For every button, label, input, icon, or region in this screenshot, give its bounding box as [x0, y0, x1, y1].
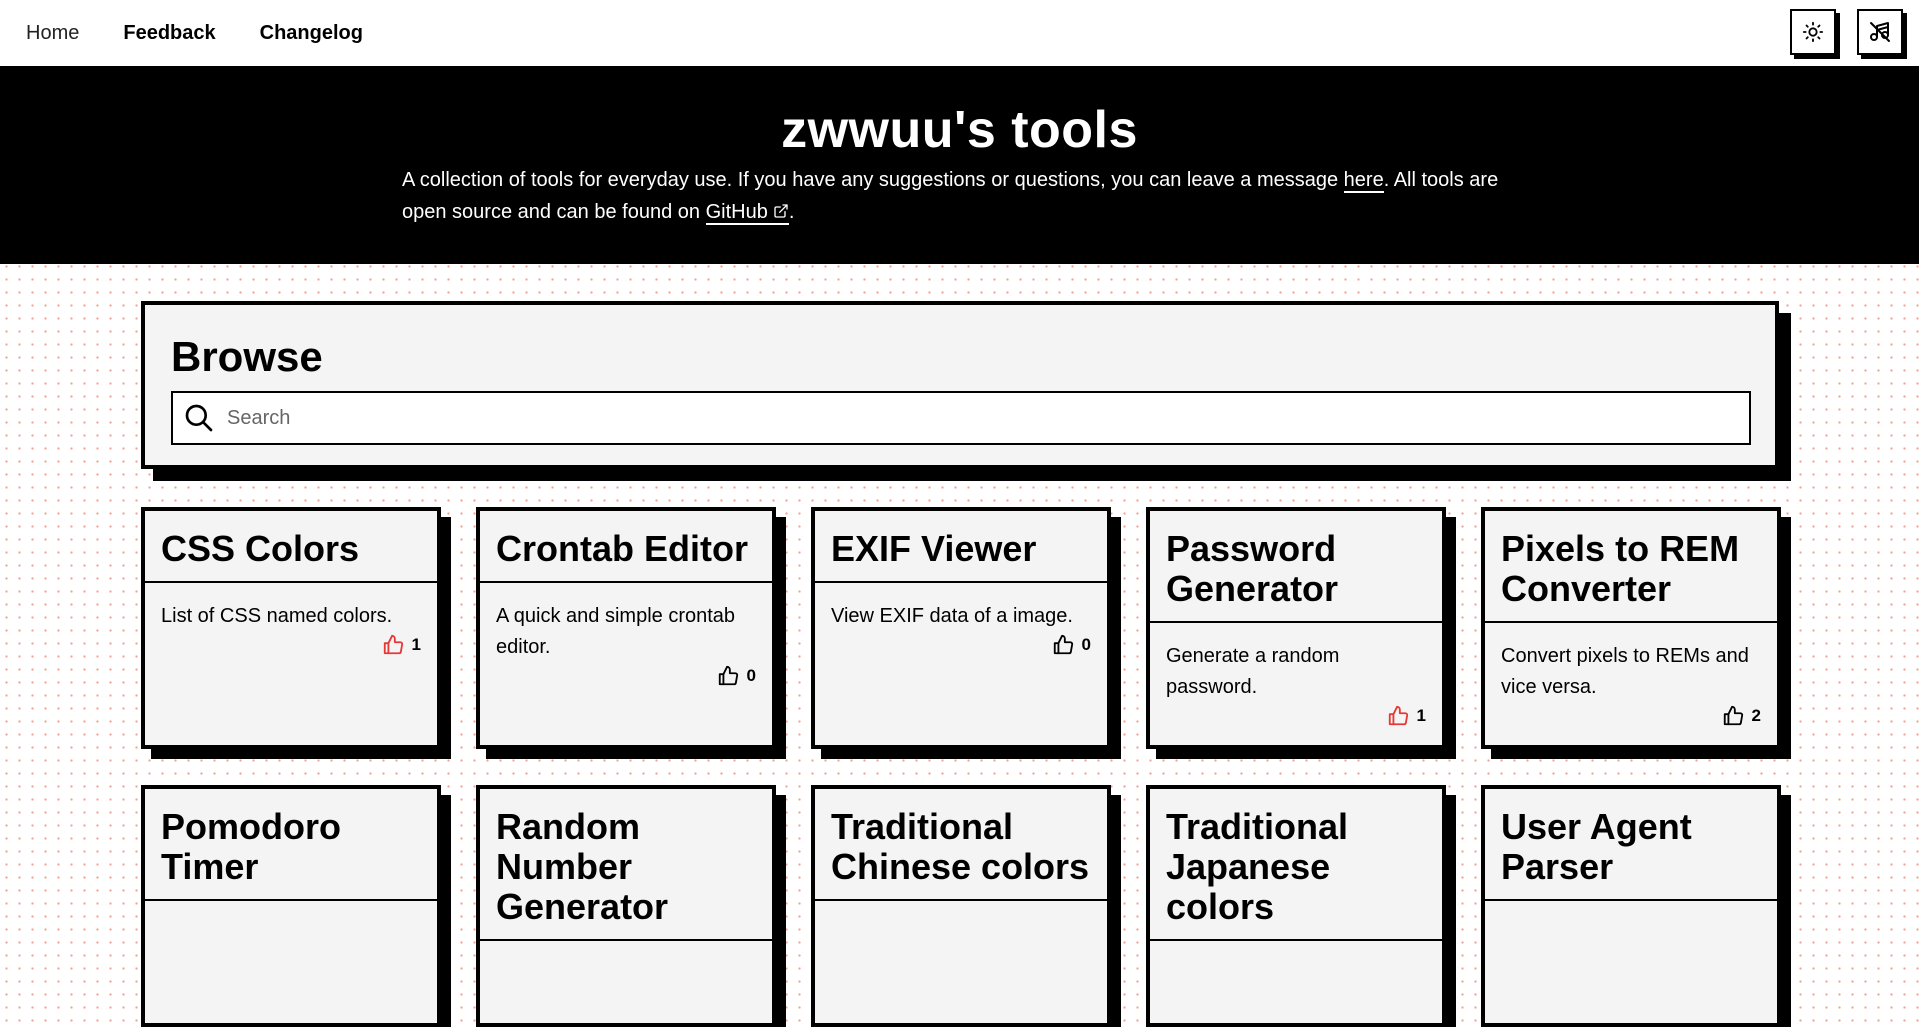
thumbs-up-icon	[1387, 705, 1417, 727]
tool-card-title: Traditional Chinese colors	[815, 789, 1107, 901]
tool-card[interactable]: Pixels to REM Converter Convert pixels to…	[1481, 507, 1781, 749]
like-button[interactable]: 0	[815, 634, 1107, 656]
tool-card-description: List of CSS named colors.	[161, 605, 393, 627]
nav-home-link[interactable]: Home	[26, 22, 79, 45]
tool-card[interactable]: Pomodoro Timer	[141, 785, 441, 1027]
hero-description: A collection of tools for everyday use. …	[402, 164, 1522, 228]
like-button[interactable]: 2	[1485, 705, 1777, 727]
tool-card[interactable]: Random Number Generator	[476, 785, 776, 1027]
browse-title: Browse	[171, 333, 323, 380]
thumbs-up-icon	[1052, 634, 1082, 656]
like-count: 0	[1081, 635, 1091, 654]
top-navigation: Home Feedback Changelog	[0, 0, 1919, 66]
tool-card[interactable]: Traditional Chinese colors	[811, 785, 1111, 1027]
like-button[interactable]: 1	[145, 634, 437, 656]
github-link[interactable]: GitHub	[705, 201, 789, 225]
tool-card[interactable]: Traditional Japanese colors	[1146, 785, 1446, 1027]
tool-card-title: Pixels to REM Converter	[1485, 511, 1777, 623]
external-link-icon	[774, 204, 788, 218]
tool-card-description: A quick and simple crontab editor.	[496, 605, 736, 658]
nav-buttons	[1769, 9, 1903, 55]
thumbs-up-icon	[382, 634, 412, 656]
page-title: zwwuu's tools	[781, 101, 1138, 159]
github-link-label: GitHub	[705, 201, 768, 223]
here-link[interactable]: here	[1343, 169, 1384, 193]
nav-feedback-link[interactable]: Feedback	[123, 22, 215, 45]
tool-card[interactable]: EXIF Viewer View EXIF data of a image. 0	[811, 507, 1111, 749]
thumbs-up-icon	[1722, 705, 1752, 727]
sun-icon	[1802, 21, 1824, 43]
music-off-icon	[1870, 22, 1890, 42]
thumbs-up-icon	[717, 665, 747, 687]
tool-card[interactable]: Crontab Editor A quick and simple crontab…	[476, 507, 776, 749]
hero-banner: zwwuu's tools A collection of tools for …	[0, 66, 1919, 264]
hero-desc-text: .	[788, 201, 795, 223]
search-icon	[183, 402, 215, 434]
like-count: 1	[411, 635, 421, 654]
tool-card-title: Pomodoro Timer	[145, 789, 437, 901]
tool-card-description: View EXIF data of a image.	[831, 605, 1073, 627]
tool-card-title: Traditional Japanese colors	[1150, 789, 1442, 941]
tool-card-title: User Agent Parser	[1485, 789, 1777, 901]
like-count: 1	[1416, 706, 1426, 725]
nav-changelog-link[interactable]: Changelog	[260, 22, 363, 45]
nav-links: Home Feedback Changelog	[26, 22, 407, 45]
tool-card-title: EXIF Viewer	[815, 511, 1107, 583]
tool-card-title: Crontab Editor	[480, 511, 772, 583]
music-toggle-button[interactable]	[1857, 9, 1903, 55]
tool-card-title: Random Number Generator	[480, 789, 772, 941]
tool-card-description: Generate a random password.	[1166, 645, 1340, 698]
like-count: 0	[746, 666, 756, 685]
tool-card-description: Convert pixels to REMs and vice versa.	[1501, 645, 1749, 698]
tool-card[interactable]: Password Generator Generate a random pass…	[1146, 507, 1446, 749]
tool-card[interactable]: CSS Colors List of CSS named colors. 1	[141, 507, 441, 749]
like-button[interactable]: 1	[1150, 705, 1442, 727]
search-input[interactable]	[227, 398, 1749, 438]
browse-panel: Browse	[141, 301, 1779, 469]
like-count: 2	[1751, 706, 1761, 725]
search-box	[171, 391, 1751, 445]
tool-card[interactable]: User Agent Parser	[1481, 785, 1781, 1027]
tool-card-title: CSS Colors	[145, 511, 437, 583]
theme-toggle-button[interactable]	[1790, 9, 1836, 55]
tool-card-title: Password Generator	[1150, 511, 1442, 623]
hero-desc-text: A collection of tools for everyday use. …	[402, 169, 1344, 191]
like-button[interactable]: 0	[480, 665, 772, 687]
